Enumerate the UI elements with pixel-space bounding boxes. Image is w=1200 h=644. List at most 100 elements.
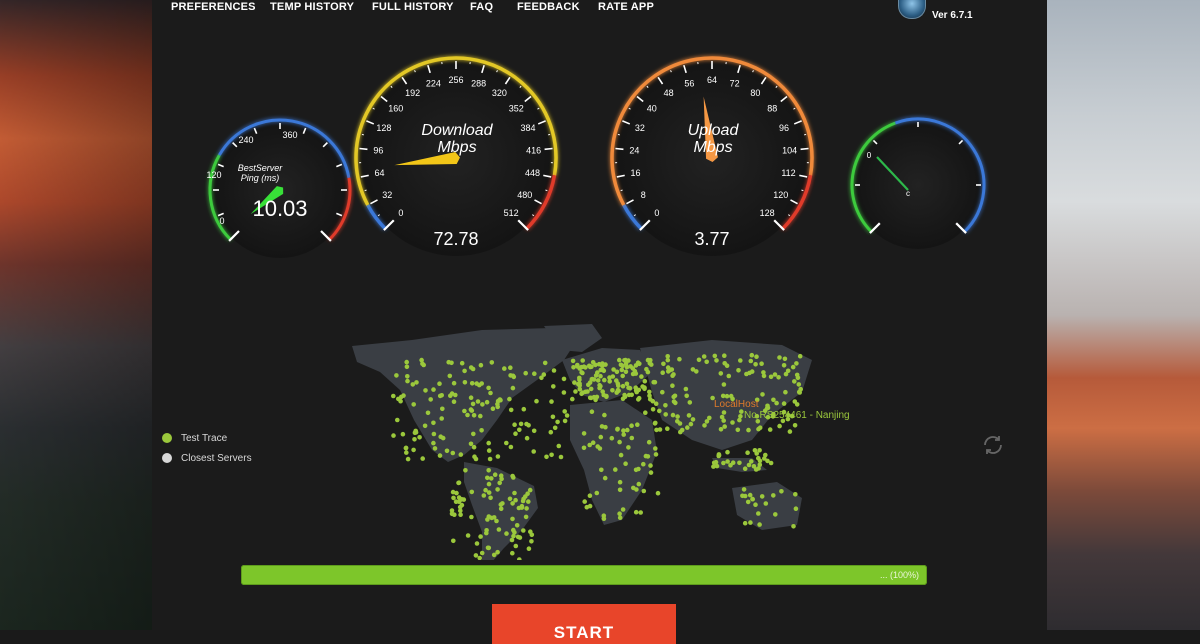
server-dot bbox=[483, 488, 488, 493]
server-dot bbox=[665, 426, 670, 431]
server-dot bbox=[555, 420, 560, 425]
server-dot bbox=[617, 511, 622, 516]
server-dot bbox=[476, 399, 481, 404]
server-dot bbox=[620, 368, 625, 373]
server-dot bbox=[549, 453, 554, 458]
server-dot bbox=[579, 365, 584, 370]
temperature-gauge bbox=[852, 119, 984, 249]
server-dot bbox=[543, 361, 548, 366]
server-dot bbox=[406, 457, 411, 462]
server-dot bbox=[670, 383, 675, 388]
server-dot bbox=[474, 457, 479, 462]
server-dot bbox=[795, 373, 800, 378]
server-dot bbox=[737, 461, 742, 466]
ping-gauge: 0120240360 bbox=[206, 120, 350, 258]
desktop-wallpaper-left bbox=[0, 0, 152, 630]
server-dot bbox=[466, 533, 471, 538]
server-dot bbox=[488, 391, 493, 396]
server-dot bbox=[598, 384, 603, 389]
server-dot bbox=[725, 450, 730, 455]
server-dot bbox=[404, 450, 409, 455]
server-dot bbox=[671, 395, 676, 400]
server-dot bbox=[722, 353, 727, 358]
server-dot bbox=[510, 538, 515, 543]
server-dot bbox=[607, 379, 612, 384]
server-dot bbox=[491, 406, 496, 411]
upload-title-line1: Upload bbox=[688, 122, 740, 139]
server-dot bbox=[631, 372, 636, 377]
server-dot bbox=[677, 357, 682, 362]
download-tick-label: 160 bbox=[388, 104, 403, 114]
server-dot bbox=[404, 360, 409, 365]
server-dot bbox=[523, 371, 528, 376]
server-dot bbox=[480, 402, 485, 407]
download-tick-label: 512 bbox=[504, 208, 519, 218]
server-dot bbox=[509, 408, 514, 413]
server-dot bbox=[413, 429, 418, 434]
server-dot bbox=[768, 427, 773, 432]
server-dot bbox=[621, 507, 626, 512]
download-tick-label: 128 bbox=[376, 123, 391, 133]
server-dot bbox=[618, 515, 623, 520]
server-dot bbox=[551, 415, 556, 420]
server-dot bbox=[747, 371, 752, 376]
server-dot bbox=[610, 436, 615, 441]
server-dot bbox=[643, 379, 648, 384]
server-dot bbox=[745, 450, 750, 455]
server-dot bbox=[736, 428, 741, 433]
server-dot bbox=[749, 459, 754, 464]
server-dot bbox=[514, 544, 519, 549]
server-dot bbox=[638, 510, 643, 515]
ping-tick-label: 0 bbox=[219, 216, 224, 226]
server-dot bbox=[621, 384, 626, 389]
server-dot bbox=[489, 476, 494, 481]
server-dot bbox=[396, 397, 401, 402]
server-dot bbox=[582, 431, 587, 436]
server-dot bbox=[582, 446, 587, 451]
server-dot bbox=[670, 367, 675, 372]
upload-tick-label: 72 bbox=[730, 78, 740, 88]
server-dot bbox=[795, 402, 800, 407]
server-dot bbox=[750, 497, 755, 502]
refresh-icon[interactable] bbox=[981, 433, 1005, 457]
server-dot bbox=[511, 386, 516, 391]
start-button[interactable]: START bbox=[492, 604, 676, 644]
server-dot bbox=[721, 461, 726, 466]
server-dot bbox=[760, 392, 765, 397]
server-dot bbox=[761, 370, 766, 375]
server-dot bbox=[628, 364, 633, 369]
server-dot bbox=[702, 354, 707, 359]
server-dot bbox=[459, 497, 464, 502]
server-dot bbox=[626, 445, 631, 450]
server-dot bbox=[666, 358, 671, 363]
server-dot bbox=[671, 413, 676, 418]
server-dot bbox=[602, 516, 607, 521]
server-dot bbox=[743, 521, 748, 526]
server-dot bbox=[617, 440, 622, 445]
server-dot bbox=[510, 501, 515, 506]
server-dot bbox=[549, 399, 554, 404]
server-dot bbox=[627, 393, 632, 398]
server-dot bbox=[620, 374, 625, 379]
server-dot bbox=[651, 407, 656, 412]
server-dot bbox=[653, 421, 658, 426]
server-dot bbox=[463, 380, 468, 385]
ping-title-line1: BestServer bbox=[238, 163, 284, 173]
server-dot bbox=[777, 355, 782, 360]
upload-value: 3.77 bbox=[694, 229, 729, 249]
server-dot bbox=[478, 414, 483, 419]
server-dot bbox=[508, 497, 513, 502]
server-dot bbox=[477, 556, 482, 560]
upload-tick-label: 40 bbox=[647, 104, 657, 114]
download-tick-label: 224 bbox=[426, 78, 441, 88]
server-dot bbox=[783, 390, 788, 395]
upload-tick-label: 64 bbox=[707, 75, 717, 85]
server-dot bbox=[450, 391, 455, 396]
server-dot bbox=[471, 432, 476, 437]
server-dot bbox=[469, 515, 474, 520]
server-dot bbox=[507, 397, 512, 402]
server-dot bbox=[511, 475, 516, 480]
server-dot bbox=[618, 488, 623, 493]
server-dot bbox=[722, 424, 727, 429]
server-dot bbox=[624, 370, 629, 375]
